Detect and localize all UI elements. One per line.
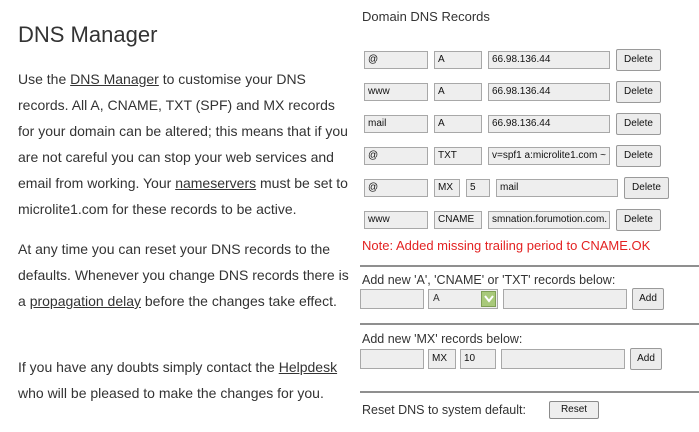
records-title: Domain DNS Records	[362, 9, 490, 24]
helpdesk-paragraph: If you have any doubts simply contact th…	[18, 359, 338, 401]
record-type-field[interactable]: CNAME	[434, 211, 482, 229]
record-value-field[interactable]: 66.98.136.44	[488, 83, 610, 101]
new-host-input[interactable]	[360, 289, 424, 309]
record-host-field[interactable]: mail	[364, 115, 428, 133]
delete-button[interactable]: Delete	[616, 113, 661, 135]
record-host-field[interactable]: www	[364, 211, 428, 229]
divider	[360, 323, 699, 325]
intro-paragraph: Use the DNS Manager to customise your DN…	[18, 71, 348, 217]
chevron-down-icon	[481, 291, 496, 307]
dns-manager-link[interactable]: DNS Manager	[70, 71, 159, 87]
record-value-field[interactable]: mail	[496, 179, 618, 197]
delete-button[interactable]: Delete	[624, 177, 669, 199]
delete-button[interactable]: Delete	[616, 145, 661, 167]
record-value-field[interactable]: 66.98.136.44	[488, 115, 610, 133]
record-value-field[interactable]: v=spf1 a:microlite1.com ~	[488, 147, 610, 165]
add-mx-button[interactable]: Add	[630, 348, 662, 370]
new-value-input[interactable]	[503, 289, 627, 309]
record-type-field[interactable]: A	[434, 115, 482, 133]
mx-value-input[interactable]	[501, 349, 625, 369]
delete-button[interactable]: Delete	[616, 209, 661, 231]
record-host-field[interactable]: @	[364, 51, 428, 69]
record-value-field[interactable]: 66.98.136.44	[488, 51, 610, 69]
record-type-field[interactable]: TXT	[434, 147, 482, 165]
delete-button[interactable]: Delete	[616, 49, 661, 71]
add-record-button[interactable]: Add	[632, 288, 664, 310]
record-type-selected: A	[433, 293, 440, 304]
helpdesk-link[interactable]: Helpdesk	[279, 359, 337, 375]
reset-button[interactable]: Reset	[549, 401, 599, 419]
propagation-delay-link[interactable]: propagation delay	[30, 293, 141, 309]
record-type-field[interactable]: MX	[434, 179, 460, 197]
record-type-select[interactable]: A	[428, 289, 498, 309]
mx-type-field: MX	[428, 349, 456, 369]
add-mx-label: Add new 'MX' records below:	[362, 332, 523, 346]
reset-label: Reset DNS to system default:	[362, 403, 526, 417]
reset-paragraph: At any time you can reset your DNS recor…	[18, 241, 349, 309]
record-host-field[interactable]: www	[364, 83, 428, 101]
record-type-field[interactable]: A	[434, 83, 482, 101]
record-priority-field[interactable]: 5	[466, 179, 490, 197]
mx-host-input[interactable]	[360, 349, 424, 369]
divider	[360, 265, 699, 267]
record-host-field[interactable]: @	[364, 147, 428, 165]
add-record-label: Add new 'A', 'CNAME' or 'TXT' records be…	[362, 273, 616, 287]
page-title: DNS Manager	[18, 22, 158, 47]
status-note: Note: Added missing trailing period to C…	[362, 238, 651, 253]
record-value-field[interactable]: smnation.forumotion.com.	[488, 211, 610, 229]
mx-priority-input[interactable]: 10	[460, 349, 496, 369]
record-host-field[interactable]: @	[364, 179, 428, 197]
nameservers-link[interactable]: nameservers	[175, 175, 256, 191]
divider	[360, 391, 699, 393]
record-type-field[interactable]: A	[434, 51, 482, 69]
delete-button[interactable]: Delete	[616, 81, 661, 103]
